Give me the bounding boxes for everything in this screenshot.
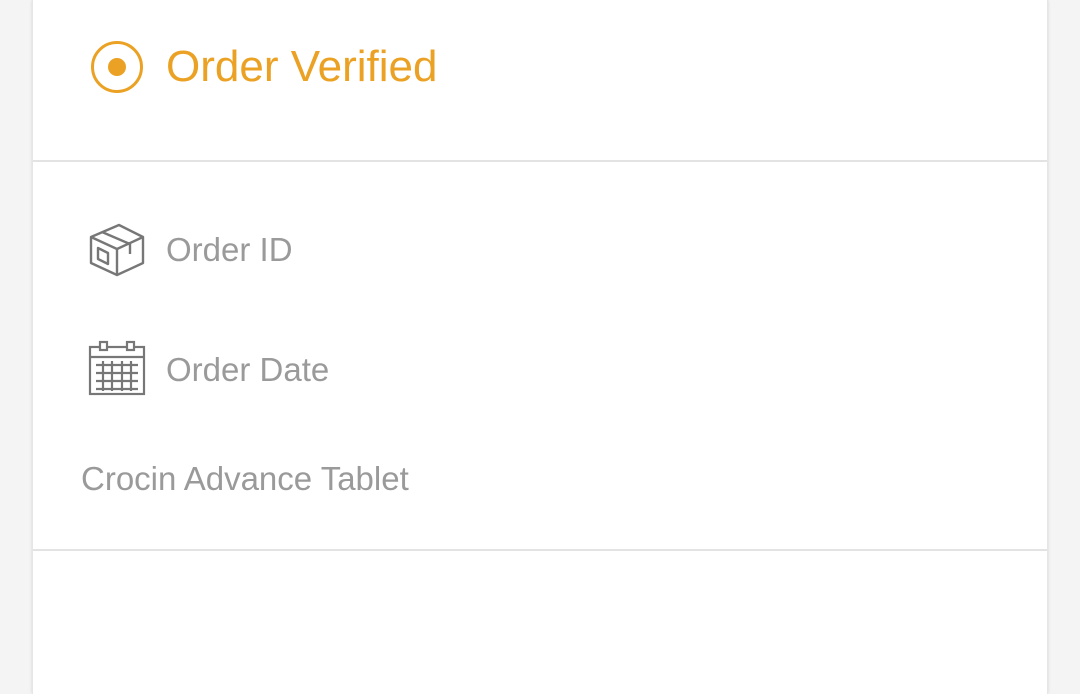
order-date-label: Order Date xyxy=(166,351,330,388)
package-box-icon xyxy=(88,220,146,278)
radio-selected-icon xyxy=(90,40,144,94)
order-status-row: Order Verified xyxy=(33,0,1047,162)
card-footer xyxy=(33,551,1047,694)
order-id-row: Order ID xyxy=(33,220,1047,280)
calendar-icon xyxy=(88,340,146,398)
order-details-section: Order ID Order Date Crocin Advance Table… xyxy=(33,162,1047,551)
order-card: Order Verified Order ID Order Date Croci… xyxy=(32,0,1048,694)
order-date-row: Order Date xyxy=(33,340,1047,400)
order-status-label: Order Verified xyxy=(166,42,438,91)
order-id-label: Order ID xyxy=(166,231,293,268)
product-name: Crocin Advance Tablet xyxy=(81,460,409,497)
